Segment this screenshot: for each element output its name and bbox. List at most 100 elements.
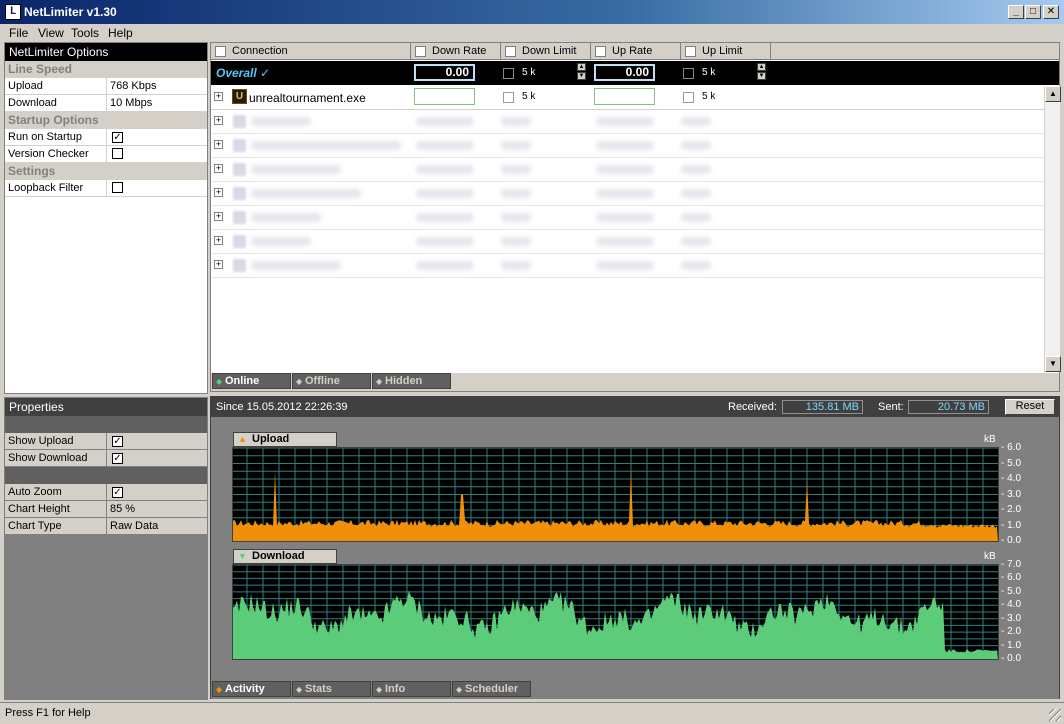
- column-up-limit[interactable]: Up Limit: [681, 43, 771, 60]
- down-limit-spinner[interactable]: ▲ ▼: [577, 63, 587, 80]
- chart-type-value[interactable]: Raw Data: [106, 518, 208, 535]
- expand-icon[interactable]: +: [214, 236, 223, 245]
- up-limit-checkbox[interactable]: [683, 92, 694, 103]
- version-checker-checkbox[interactable]: [112, 148, 123, 159]
- expand-icon[interactable]: +: [214, 212, 223, 221]
- spin-up-icon[interactable]: ▲: [757, 63, 766, 71]
- vertical-scrollbar[interactable]: ▲ ▼: [1044, 86, 1061, 372]
- prop-chart-height[interactable]: Chart Height 85 %: [5, 501, 207, 518]
- list-tabs: ◆ Online ◆ Offline ◆ Hidden: [211, 373, 1059, 391]
- column-checkbox[interactable]: [595, 46, 606, 57]
- prop-label: Show Download: [8, 452, 88, 464]
- expand-icon[interactable]: +: [214, 188, 223, 197]
- overall-up-limit-checkbox[interactable]: [683, 68, 694, 79]
- close-button[interactable]: ✕: [1043, 5, 1059, 19]
- connection-row[interactable]: +: [211, 158, 1045, 182]
- tab-label: Info: [385, 683, 406, 695]
- show-download-checkbox[interactable]: ✓: [112, 453, 123, 464]
- down-limit-value[interactable]: 5 k: [522, 91, 535, 102]
- download-speed-value[interactable]: 10 Mbps: [106, 95, 208, 112]
- tab-label: Stats: [305, 683, 332, 695]
- chart-height-value[interactable]: 85 %: [106, 501, 208, 518]
- down-limit-checkbox[interactable]: [503, 92, 514, 103]
- tab-scheduler[interactable]: ◆ Scheduler: [452, 681, 531, 697]
- obscured-content: [251, 213, 321, 222]
- menu-file[interactable]: File: [9, 26, 28, 40]
- resize-grip-icon[interactable]: [1049, 709, 1061, 721]
- scroll-up-icon[interactable]: ▲: [1045, 86, 1061, 102]
- run-on-startup-checkbox[interactable]: ✓: [112, 132, 123, 143]
- title-bar: L NetLimiter v1.30 _ □ ✕: [0, 0, 1064, 24]
- overall-row[interactable]: Overall ✓ 0.00 5 k ▲ ▼ 0.00 5 k ▲ ▼: [211, 61, 1059, 85]
- overall-down-limit-checkbox[interactable]: [503, 68, 514, 79]
- option-loopback-filter[interactable]: Loopback Filter: [5, 180, 207, 197]
- maximize-button[interactable]: □: [1025, 5, 1041, 19]
- down-rate-field: [414, 88, 475, 105]
- window-title: NetLimiter v1.30: [24, 5, 117, 19]
- connection-row[interactable]: +: [211, 230, 1045, 254]
- connection-row[interactable]: +: [211, 134, 1045, 158]
- column-label: Down Rate: [432, 45, 487, 57]
- show-upload-checkbox[interactable]: ✓: [112, 436, 123, 447]
- app-icon: [233, 187, 246, 200]
- minimize-button[interactable]: _: [1008, 5, 1024, 19]
- connection-row[interactable]: +: [211, 182, 1045, 206]
- spin-down-icon[interactable]: ▼: [757, 72, 766, 80]
- column-checkbox[interactable]: [505, 46, 516, 57]
- option-download[interactable]: Download 10 Mbps: [5, 95, 207, 112]
- spin-up-icon[interactable]: ▲: [577, 63, 586, 71]
- up-limit-value[interactable]: 5 k: [702, 91, 715, 102]
- expand-icon[interactable]: +: [214, 164, 223, 173]
- connection-row[interactable]: +: [211, 206, 1045, 230]
- option-run-on-startup[interactable]: Run on Startup ✓: [5, 129, 207, 146]
- y-tick-label: - 7.0: [1001, 559, 1022, 570]
- prop-auto-zoom[interactable]: Auto Zoom ✓: [5, 484, 207, 501]
- prop-chart-type[interactable]: Chart Type Raw Data: [5, 518, 207, 535]
- download-chart-svg: [233, 564, 998, 660]
- tab-info[interactable]: ◆ Info: [372, 681, 451, 697]
- option-version-checker[interactable]: Version Checker: [5, 146, 207, 163]
- connection-row[interactable]: + U unrealtournament.exe 5 k 5 k: [211, 86, 1045, 110]
- prop-label: Chart Height: [8, 503, 70, 515]
- expand-icon[interactable]: +: [214, 92, 223, 101]
- spin-down-icon[interactable]: ▼: [577, 72, 586, 80]
- column-down-limit[interactable]: Down Limit: [501, 43, 591, 60]
- column-label: Up Rate: [612, 45, 653, 57]
- tab-hidden[interactable]: ◆ Hidden: [372, 373, 451, 389]
- up-limit-spinner[interactable]: ▲ ▼: [757, 63, 767, 80]
- obscured-content: [501, 141, 531, 150]
- column-checkbox[interactable]: [685, 46, 696, 57]
- section-settings: Settings: [5, 163, 207, 180]
- upload-speed-value[interactable]: 768 Kbps: [106, 78, 208, 95]
- column-connection[interactable]: Connection: [211, 43, 411, 60]
- connection-header: Connection Down Rate Down Limit Up Rate …: [211, 43, 1059, 60]
- tab-stats[interactable]: ◆ Stats: [292, 681, 371, 697]
- scroll-down-icon[interactable]: ▼: [1045, 356, 1061, 372]
- expand-icon[interactable]: +: [214, 260, 223, 269]
- menu-view[interactable]: View: [38, 26, 64, 40]
- app-icon: [233, 235, 246, 248]
- obscured-content: [501, 237, 531, 246]
- auto-zoom-checkbox[interactable]: ✓: [112, 487, 123, 498]
- column-down-rate[interactable]: Down Rate: [411, 43, 501, 60]
- expand-icon[interactable]: +: [214, 140, 223, 149]
- overall-down-limit[interactable]: 5 k: [522, 67, 535, 78]
- column-checkbox[interactable]: [415, 46, 426, 57]
- prop-show-download[interactable]: Show Download ✓: [5, 450, 207, 467]
- menu-help[interactable]: Help: [108, 26, 133, 40]
- option-upload[interactable]: Upload 768 Kbps: [5, 78, 207, 95]
- connection-row[interactable]: +: [211, 110, 1045, 134]
- reset-button[interactable]: Reset: [1005, 399, 1055, 415]
- tab-online[interactable]: ◆ Online: [212, 373, 291, 389]
- prop-show-upload[interactable]: Show Upload ✓: [5, 433, 207, 450]
- menu-tools[interactable]: Tools: [71, 26, 99, 40]
- column-checkbox[interactable]: [215, 46, 226, 57]
- obscured-content: [416, 165, 474, 174]
- loopback-filter-checkbox[interactable]: [112, 182, 123, 193]
- overall-up-limit[interactable]: 5 k: [702, 67, 715, 78]
- column-up-rate[interactable]: Up Rate: [591, 43, 681, 60]
- connection-row[interactable]: +: [211, 254, 1045, 278]
- expand-icon[interactable]: +: [214, 116, 223, 125]
- tab-activity[interactable]: ◆ Activity: [212, 681, 291, 697]
- tab-offline[interactable]: ◆ Offline: [292, 373, 371, 389]
